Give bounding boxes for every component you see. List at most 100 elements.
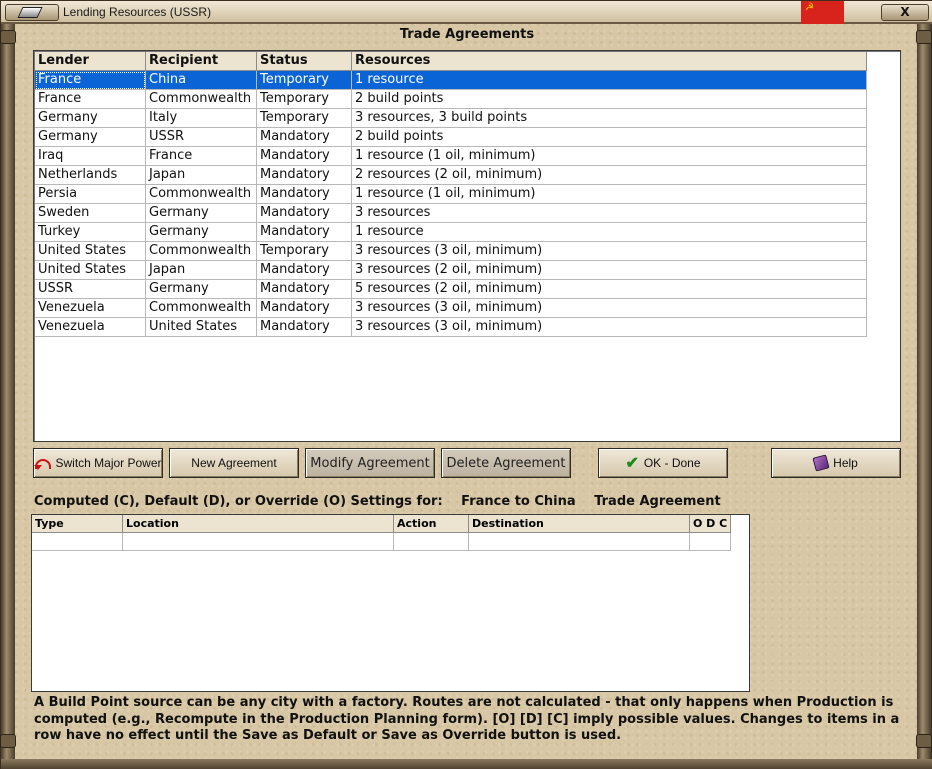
cell-recipient: Commonwealth [146,242,257,261]
header-action[interactable]: Action [394,515,469,533]
rail-cap [0,734,16,748]
cell-status: Mandatory [257,166,352,185]
table-row[interactable]: United States Commonwealth Temporary 3 reso… [35,242,867,261]
settings-cell-action[interactable] [394,533,469,551]
table-row[interactable]: France China Temporary 1 resource [35,71,867,90]
cell-status: Temporary [257,90,352,109]
table-row[interactable]: Germany USSR Mandatory 2 build points [35,128,867,147]
cell-lender: USSR [35,280,146,299]
cell-resources: 1 resource (1 oil, minimum) [352,147,867,166]
table-row[interactable]: France Commonwealth Temporary 2 build point… [35,90,867,109]
info-text: A Build Point source can be any city wit… [34,695,900,743]
table-row[interactable]: Iraq France Mandatory 1 resource (1 oil, mi… [35,147,867,166]
table-row[interactable]: Persia Commonwealth Mandatory 1 resource (1… [35,185,867,204]
cell-resources: 2 build points [352,90,867,109]
header-destination[interactable]: Destination [469,515,690,533]
cell-resources: 1 resource [352,71,867,90]
cell-lender: France [35,71,146,90]
delete-agreement-label: Delete Agreement [446,455,566,471]
cell-recipient: Japan [146,261,257,280]
settings-cell-location[interactable] [123,533,394,551]
table-row[interactable]: United States Japan Mandatory 3 resources (… [35,261,867,280]
help-book-icon [812,454,830,472]
settings-cell-destination[interactable] [469,533,690,551]
header-recipient[interactable]: Recipient [146,52,257,71]
cell-recipient: Germany [146,204,257,223]
header-location[interactable]: Location [123,515,394,533]
ussr-flag-icon: ☭ [801,1,844,24]
cell-recipient: Japan [146,166,257,185]
cell-resources: 3 resources, 3 build points [352,109,867,128]
header-type[interactable]: Type [32,515,123,533]
settings-table[interactable]: Type Location Action Destination O D C [31,514,750,692]
settings-row[interactable] [32,533,749,551]
cell-lender: United States [35,261,146,280]
cell-recipient: Germany [146,223,257,242]
page-title: Trade Agreements [399,27,535,42]
table-row[interactable]: USSR Germany Mandatory 5 resources (2 oil, … [35,280,867,299]
cell-status: Mandatory [257,299,352,318]
cell-resources: 3 resources [352,204,867,223]
settings-route: France to China [461,494,576,509]
check-icon: ✔ [625,455,639,472]
header-status[interactable]: Status [257,52,352,71]
settings-cell-odc[interactable] [690,533,731,551]
cell-lender: Iraq [35,147,146,166]
help-label: Help [833,456,858,470]
cell-status: Mandatory [257,128,352,147]
table-row[interactable]: Venezuela Commonwealth Mandatory 3 resource… [35,299,867,318]
cell-recipient: Germany [146,280,257,299]
delete-agreement-button[interactable]: Delete Agreement [441,448,571,478]
switch-arrow-icon [34,457,52,470]
table-grid: Lender Recipient Status Resources France… [35,52,867,337]
trade-agreements-table[interactable]: Lender Recipient Status Resources France… [33,50,901,442]
cell-status: Mandatory [257,204,352,223]
hammer-sickle-icon: ☭ [805,2,814,13]
help-button[interactable]: Help [771,448,901,478]
new-agreement-button[interactable]: New Agreement [169,448,299,478]
table-row[interactable]: Germany Italy Temporary 3 resources, 3 buil… [35,109,867,128]
rail-cap [916,734,932,748]
cell-resources: 3 resources (3 oil, minimum) [352,242,867,261]
cell-recipient: Commonwealth [146,299,257,318]
cell-status: Mandatory [257,318,352,337]
table-row[interactable]: Turkey Germany Mandatory 1 resource [35,223,867,242]
cell-lender: Germany [35,128,146,147]
switch-major-power-button[interactable]: Switch Major Power [33,448,163,478]
window-menu-button[interactable] [5,4,59,21]
cell-lender: Persia [35,185,146,204]
table-row[interactable]: Sweden Germany Mandatory 3 resources [35,204,867,223]
modify-agreement-button[interactable]: Modify Agreement [305,448,435,478]
cell-recipient: China [146,71,257,90]
new-agreement-label: New Agreement [191,456,277,470]
cell-lender: Turkey [35,223,146,242]
left-frame-rail [0,24,16,769]
cell-lender: Venezuela [35,299,146,318]
cell-lender: Germany [35,109,146,128]
bottom-frame-rail [1,759,932,769]
close-button[interactable]: X [881,4,929,21]
table-row[interactable]: Netherlands Japan Mandatory 2 resources (2 … [35,166,867,185]
table-row[interactable]: Venezuela United States Mandatory 3 resourc… [35,318,867,337]
cell-lender: France [35,90,146,109]
header-odc[interactable]: O D C [690,515,731,533]
cell-recipient: Commonwealth [146,185,257,204]
window: Lending Resources (USSR) ☭ X Trade Agree… [0,0,932,769]
header-lender[interactable]: Lender [35,52,146,71]
settings-label: Computed (C), Default (D), or Override (… [34,494,443,509]
cell-lender: Netherlands [35,166,146,185]
header-resources[interactable]: Resources [352,52,867,71]
cell-lender: United States [35,242,146,261]
cell-status: Temporary [257,109,352,128]
window-menu-icon [17,7,43,18]
settings-header-row: Type Location Action Destination O D C [32,515,749,533]
switch-major-power-label: Switch Major Power [55,456,162,470]
cell-status: Mandatory [257,280,352,299]
settings-cell-type[interactable] [32,533,123,551]
modify-agreement-label: Modify Agreement [310,455,430,471]
ok-done-button[interactable]: ✔ OK - Done [598,448,728,478]
cell-recipient: United States [146,318,257,337]
cell-lender: Venezuela [35,318,146,337]
ok-done-label: OK - Done [643,456,701,470]
settings-caption: Computed (C), Default (D), or Override (… [34,494,735,509]
